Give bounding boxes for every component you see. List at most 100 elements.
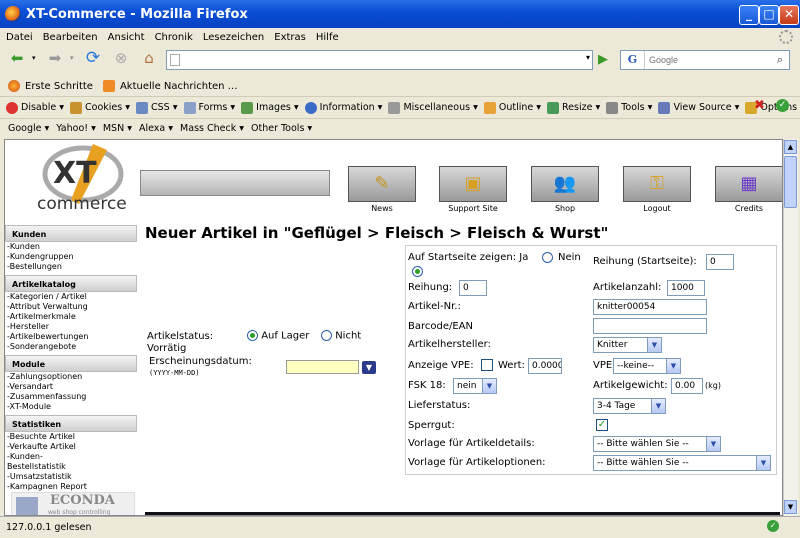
sidebar-item-kategorien[interactable]: -Kategorien / Artikel bbox=[5, 292, 140, 302]
sidebar-item-attribut[interactable]: -Attribut Verwaltung bbox=[5, 302, 140, 312]
sidebar-item-kampagnen-report[interactable]: -Kampagnen Report bbox=[5, 482, 140, 492]
sidebar-item-bestellstatistik[interactable]: Bestellstatistik bbox=[5, 462, 140, 472]
sidebar-item-umsatzstatistik[interactable]: -Umsatzstatistik bbox=[5, 472, 140, 482]
menu-ansicht[interactable]: Ansicht bbox=[108, 32, 145, 43]
sidebar-item-besuchte-artikel[interactable]: -Besuchte Artikel bbox=[5, 432, 140, 442]
forward-dropdown-icon[interactable]: ▾ bbox=[70, 54, 74, 62]
startseite-nein-radio[interactable] bbox=[412, 266, 423, 277]
tool-google[interactable]: Google ▾ bbox=[8, 123, 49, 134]
bookmark-aktuelle-nachrichten[interactable]: Aktuelle Nachrichten … bbox=[102, 80, 238, 92]
wd-view-source[interactable]: View Source ▾ bbox=[658, 101, 739, 114]
support-site-button[interactable]: ▣ bbox=[439, 166, 507, 202]
tool-other-tools[interactable]: Other Tools ▾ bbox=[251, 123, 312, 134]
wd-information[interactable]: Information ▾ bbox=[304, 101, 382, 114]
view-source-icon bbox=[658, 101, 671, 114]
scroll-up-icon[interactable]: ▲ bbox=[784, 140, 797, 154]
sidebar-item-artikelbewertungen[interactable]: -Artikelbewertungen bbox=[5, 332, 140, 342]
back-dropdown-icon[interactable]: ▾ bbox=[32, 54, 36, 62]
sidebar-item-artikelmerkmale[interactable]: -Artikelmerkmale bbox=[5, 312, 140, 322]
sidebar-item-versandart[interactable]: -Versandart bbox=[5, 382, 140, 392]
wert-input[interactable]: 0.0000 bbox=[528, 358, 562, 374]
wd-forms[interactable]: Forms ▾ bbox=[183, 101, 235, 114]
menu-bearbeiten[interactable]: Bearbeiten bbox=[43, 32, 98, 43]
maximize-button[interactable]: □ bbox=[759, 5, 779, 25]
barcode-input[interactable] bbox=[593, 318, 707, 334]
minimize-button[interactable]: _ bbox=[739, 5, 759, 25]
status-not-radio[interactable]: Nicht bbox=[321, 330, 361, 342]
reload-icon[interactable]: ⟳ bbox=[82, 48, 104, 68]
xt-commerce-logo[interactable]: XT commerce bbox=[35, 142, 135, 214]
url-input[interactable]: ▾ bbox=[166, 50, 593, 70]
sidebar-item-verkaufte-artikel[interactable]: -Verkaufte Artikel bbox=[5, 442, 140, 452]
news-label[interactable]: News bbox=[342, 204, 422, 213]
sidebar-item-bestellungen[interactable]: -Bestellungen bbox=[5, 262, 140, 272]
search-icon[interactable]: ⌕ bbox=[771, 53, 789, 67]
sidebar-item-sonderangebote[interactable]: -Sonderangebote bbox=[5, 342, 140, 352]
scrollbar-thumb[interactable] bbox=[784, 156, 797, 208]
shop-label[interactable]: Shop bbox=[525, 204, 605, 213]
stop-icon[interactable]: ⊗ bbox=[110, 48, 132, 68]
support-site-label[interactable]: Support Site bbox=[433, 204, 513, 213]
vpe-select[interactable]: --keine-- ▼ bbox=[613, 358, 681, 374]
sidebar-item-zahlungsoptionen[interactable]: -Zahlungsoptionen bbox=[5, 372, 140, 382]
scroll-down-icon[interactable]: ▼ bbox=[784, 500, 797, 514]
tool-yahoo[interactable]: Yahoo! ▾ bbox=[56, 123, 96, 134]
menu-lesezeichen[interactable]: Lesezeichen bbox=[203, 32, 264, 43]
artikel-nr-input[interactable]: knitter00054 bbox=[593, 299, 707, 315]
sperrgut-label: Sperrgut: bbox=[408, 420, 455, 431]
econda-logo[interactable]: ECONDA web shop controlling bbox=[11, 492, 135, 515]
startseite-ja-radio[interactable] bbox=[542, 252, 553, 263]
shop-button[interactable]: 👥 bbox=[531, 166, 599, 202]
sidebar-item-hersteller[interactable]: -Hersteller bbox=[5, 322, 140, 332]
artikelhersteller-select[interactable]: Knitter ▼ bbox=[593, 337, 662, 353]
search-input[interactable] bbox=[645, 52, 771, 68]
artikelanzahl-input[interactable]: 1000 bbox=[667, 280, 705, 296]
sidebar-item-kunden-stat[interactable]: -Kunden- bbox=[5, 452, 140, 462]
sidebar-item-zusammenfassung[interactable]: -Zusammenfassung bbox=[5, 392, 140, 402]
url-dropdown-icon[interactable]: ▾ bbox=[586, 53, 590, 62]
wd-outline[interactable]: Outline ▾ bbox=[483, 101, 541, 114]
close-toolbar-icon[interactable]: ✖ bbox=[754, 98, 765, 113]
tool-mass-check[interactable]: Mass Check ▾ bbox=[180, 123, 244, 134]
wd-resize[interactable]: Resize ▾ bbox=[547, 101, 600, 114]
sperrgut-checkbox[interactable]: ✓ bbox=[596, 419, 608, 431]
sidebar-item-xt-module[interactable]: -XT-Module bbox=[5, 402, 140, 412]
tool-msn[interactable]: MSN ▾ bbox=[103, 123, 132, 134]
sidebar-item-kunden[interactable]: -Kunden bbox=[5, 242, 140, 252]
search-engine-icon[interactable]: G bbox=[621, 51, 645, 69]
close-window-button[interactable]: ✕ bbox=[779, 5, 799, 25]
menu-datei[interactable]: Datei bbox=[6, 32, 33, 43]
fsk18-select[interactable]: nein ▼ bbox=[453, 378, 497, 394]
wd-miscellaneous[interactable]: Miscellaneous ▾ bbox=[388, 101, 478, 114]
menu-extras[interactable]: Extras bbox=[274, 32, 306, 43]
menu-hilfe[interactable]: Hilfe bbox=[316, 32, 339, 43]
go-icon[interactable]: ▶ bbox=[593, 50, 613, 70]
home-icon[interactable]: ⌂ bbox=[138, 48, 160, 68]
credits-label[interactable]: Credits bbox=[709, 204, 782, 213]
news-button[interactable]: ✎ bbox=[348, 166, 416, 202]
erscheinungsdatum-input[interactable] bbox=[286, 360, 359, 374]
reihung-startseite-input[interactable]: 0 bbox=[706, 254, 734, 270]
wd-images[interactable]: Images ▾ bbox=[241, 101, 299, 114]
calendar-icon[interactable]: ▼ bbox=[362, 361, 376, 374]
reihung-input[interactable]: 0 bbox=[459, 280, 487, 296]
wd-css[interactable]: CSS ▾ bbox=[136, 101, 178, 114]
anzeige-vpe-checkbox[interactable] bbox=[481, 359, 493, 371]
lieferstatus-select[interactable]: 3-4 Tage ▼ bbox=[593, 398, 666, 414]
bookmark-erste-schritte[interactable]: Erste Schritte bbox=[8, 80, 93, 92]
sidebar-item-kundengruppen[interactable]: -Kundengruppen bbox=[5, 252, 140, 262]
logout-button[interactable]: ⚿ bbox=[623, 166, 691, 202]
vorlage-artikeldetails-select[interactable]: -- Bitte wählen Sie -- ▼ bbox=[593, 436, 721, 452]
wd-disable[interactable]: Disable ▾ bbox=[6, 101, 64, 114]
menu-chronik[interactable]: Chronik bbox=[155, 32, 193, 43]
credits-button[interactable]: ▦ bbox=[715, 166, 782, 202]
logout-label[interactable]: Logout bbox=[617, 204, 697, 213]
vorlage-artikeloptionen-select[interactable]: -- Bitte wählen Sie -- ▼ bbox=[593, 455, 771, 471]
wd-tools[interactable]: Tools ▾ bbox=[606, 101, 652, 114]
artikelgewicht-input[interactable]: 0.00 bbox=[671, 378, 703, 394]
status-on-stock-radio[interactable]: Auf Lager bbox=[247, 330, 309, 342]
wd-cookies[interactable]: Cookies ▾ bbox=[70, 101, 130, 114]
tool-alexa[interactable]: Alexa ▾ bbox=[139, 123, 173, 134]
back-icon[interactable]: ⬅ bbox=[6, 48, 28, 68]
forward-icon[interactable]: ➡ bbox=[44, 48, 66, 68]
